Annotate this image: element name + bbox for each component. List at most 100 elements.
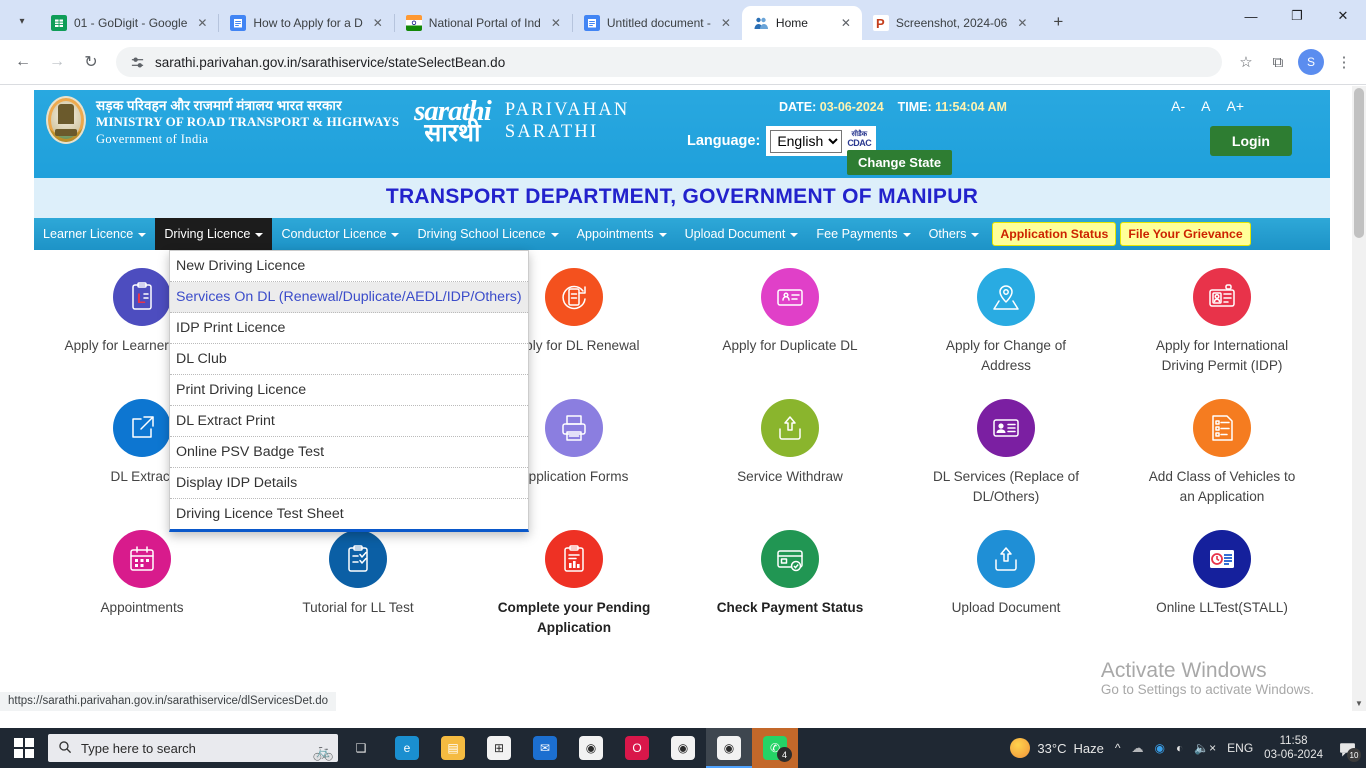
onedrive-icon[interactable]: ☁ bbox=[1131, 741, 1143, 755]
language-select[interactable]: EnglishHindi bbox=[770, 129, 843, 153]
browser-tab[interactable]: 01 - GoDigit - Google ✕ bbox=[40, 6, 218, 40]
nav-item-learner-licence[interactable]: Learner Licence bbox=[34, 218, 155, 250]
dropdown-item[interactable]: New Driving Licence bbox=[170, 251, 528, 282]
profile-avatar[interactable]: S bbox=[1298, 49, 1324, 75]
language-indicator[interactable]: ENG bbox=[1227, 741, 1253, 755]
whatsapp-badge: 4 bbox=[777, 747, 792, 762]
dropdown-item[interactable]: Online PSV Badge Test bbox=[170, 437, 528, 468]
browser-tab[interactable]: How to Apply for a D ✕ bbox=[219, 6, 393, 40]
time-label: TIME: bbox=[897, 100, 932, 114]
browser-tab[interactable]: Home ✕ bbox=[741, 6, 862, 40]
nav-pill-application-status[interactable]: Application Status bbox=[992, 222, 1117, 246]
nav-item-label: Learner Licence bbox=[43, 227, 134, 241]
browser-tab[interactable]: P Screenshot, 2024-06 ✕ bbox=[862, 6, 1038, 40]
wifi-icon[interactable]: ◐ bbox=[1176, 741, 1183, 755]
dropdown-item[interactable]: Display IDP Details bbox=[170, 468, 528, 499]
service-tile[interactable]: Apply for International Driving Permit (… bbox=[1114, 268, 1330, 377]
whatsapp-icon[interactable]: ✆ 4 bbox=[752, 728, 798, 768]
microsoft-store-icon[interactable]: ⊞ bbox=[476, 728, 522, 768]
chrome-menu-icon[interactable]: ⋮ bbox=[1330, 48, 1358, 76]
window-controls: — ❐ ✕ bbox=[1228, 0, 1366, 40]
site-settings-icon[interactable] bbox=[130, 55, 145, 70]
notifications-button[interactable]: 10 bbox=[1334, 733, 1361, 763]
network-icon[interactable]: ◉ bbox=[1154, 741, 1164, 755]
minimize-button[interactable]: — bbox=[1228, 0, 1274, 32]
tab-close-icon[interactable]: ✕ bbox=[1014, 15, 1030, 31]
font-decrease-button[interactable]: A- bbox=[1171, 98, 1185, 114]
edge-icon[interactable]: e bbox=[384, 728, 430, 768]
chevron-up-icon[interactable]: ^ bbox=[1115, 741, 1121, 755]
nav-item-fee-payments[interactable]: Fee Payments bbox=[807, 218, 919, 250]
dropdown-item[interactable]: IDP Print Licence bbox=[170, 313, 528, 344]
search-placeholder: Type here to search bbox=[81, 740, 196, 756]
service-tile[interactable]: Check Payment Status bbox=[682, 529, 898, 639]
service-tile[interactable]: Apply for Change of Address bbox=[898, 268, 1114, 377]
new-tab-button[interactable]: + bbox=[1044, 8, 1072, 36]
volume-mute-icon[interactable]: 🔈× bbox=[1194, 741, 1216, 755]
reload-button[interactable]: ↻ bbox=[76, 47, 106, 77]
font-increase-button[interactable]: A+ bbox=[1226, 98, 1244, 114]
taskbar-clock[interactable]: 11:58 03-06-2024 bbox=[1264, 734, 1323, 763]
nav-item-upload-document[interactable]: Upload Document bbox=[676, 218, 808, 250]
dropdown-item[interactable]: Print Driving Licence bbox=[170, 375, 528, 406]
scrollbar-thumb[interactable] bbox=[1354, 88, 1364, 238]
nav-pill-file-your-grievance[interactable]: File Your Grievance bbox=[1120, 222, 1251, 246]
scroll-down-arrow[interactable]: ▼ bbox=[1352, 697, 1366, 711]
forward-button[interactable]: → bbox=[42, 47, 72, 77]
close-window-button[interactable]: ✕ bbox=[1320, 0, 1366, 32]
tab-close-icon[interactable]: ✕ bbox=[838, 15, 854, 31]
nav-item-appointments[interactable]: Appointments bbox=[568, 218, 676, 250]
tab-search-icon[interactable]: ▾ bbox=[8, 7, 36, 35]
address-bar[interactable]: sarathi.parivahan.gov.in/sarathiservice/… bbox=[116, 47, 1222, 77]
sarathi-logo[interactable]: sarathi सारथी PARIVAHAN SARATHI bbox=[414, 97, 630, 146]
chrome-icon[interactable]: ◉ bbox=[568, 728, 614, 768]
service-tile[interactable]: Tutorial for LL Test bbox=[250, 529, 466, 639]
nav-item-label: Driving School Licence bbox=[417, 227, 546, 241]
chevron-down-icon bbox=[138, 233, 147, 237]
browser-tab[interactable]: National Portal of Ind ✕ bbox=[395, 6, 572, 40]
bookmark-star-icon[interactable]: ☆ bbox=[1232, 48, 1260, 76]
page-scrollbar[interactable]: ▲ ▼ bbox=[1352, 86, 1366, 711]
service-tile[interactable]: Add Class of Vehicles to an Application bbox=[1114, 398, 1330, 508]
opera-icon[interactable]: O bbox=[614, 728, 660, 768]
chrome-active-icon[interactable]: ◉ bbox=[706, 728, 752, 768]
activate-windows-watermark: Activate Windows Go to Settings to activ… bbox=[1101, 659, 1314, 697]
dropdown-item[interactable]: DL Club bbox=[170, 344, 528, 375]
dropdown-item[interactable]: Services On DL (Renewal/Duplicate/AEDL/I… bbox=[170, 282, 528, 313]
change-state-button[interactable]: Change State bbox=[847, 150, 953, 175]
tab-close-icon[interactable]: ✕ bbox=[194, 15, 210, 31]
start-button[interactable] bbox=[0, 728, 48, 768]
task-view-icon[interactable]: ❑ bbox=[338, 728, 384, 768]
dropdown-item[interactable]: DL Extract Print bbox=[170, 406, 528, 437]
chevron-down-icon bbox=[391, 233, 400, 237]
service-tile[interactable]: Upload Document bbox=[898, 529, 1114, 639]
nav-item-driving-licence[interactable]: Driving Licence bbox=[155, 218, 273, 250]
tab-close-icon[interactable]: ✕ bbox=[548, 15, 564, 31]
taskbar-search-box[interactable]: Type here to search 🚲 bbox=[48, 734, 338, 762]
nav-item-conductor-licence[interactable]: Conductor Licence bbox=[272, 218, 408, 250]
service-tile[interactable]: Appointments bbox=[34, 529, 250, 639]
chrome-window-icon[interactable]: ◉ bbox=[660, 728, 706, 768]
login-button[interactable]: Login bbox=[1209, 126, 1292, 156]
weather-widget[interactable]: 33°C Haze bbox=[1010, 738, 1104, 758]
service-tile[interactable]: DL Services (Replace of DL/Others) bbox=[898, 398, 1114, 508]
mail-icon[interactable]: ✉ bbox=[522, 728, 568, 768]
nav-item-driving-school-licence[interactable]: Driving School Licence bbox=[408, 218, 567, 250]
service-tile[interactable]: Service Withdraw bbox=[682, 398, 898, 508]
service-tile[interactable]: Online LLTest(STALL) bbox=[1114, 529, 1330, 639]
nav-item-others[interactable]: Others bbox=[920, 218, 989, 250]
tab-close-icon[interactable]: ✕ bbox=[370, 15, 386, 31]
dropdown-item[interactable]: Driving Licence Test Sheet bbox=[170, 499, 528, 529]
service-tile[interactable]: Apply for Duplicate DL bbox=[682, 268, 898, 377]
service-tile[interactable]: Complete your Pending Application bbox=[466, 529, 682, 639]
dl-extract-icon bbox=[113, 398, 171, 457]
maximize-button[interactable]: ❐ bbox=[1274, 0, 1320, 32]
browser-tab[interactable]: Untitled document - ✕ bbox=[573, 6, 742, 40]
extensions-icon[interactable]: ⧉ bbox=[1264, 48, 1292, 76]
back-button[interactable]: ← bbox=[8, 47, 38, 77]
file-explorer-icon[interactable]: ▤ bbox=[430, 728, 476, 768]
tutorial-ll-test-icon bbox=[329, 529, 387, 588]
font-normal-button[interactable]: A bbox=[1201, 98, 1210, 114]
tab-close-icon[interactable]: ✕ bbox=[718, 15, 734, 31]
chevron-down-icon bbox=[255, 233, 264, 237]
